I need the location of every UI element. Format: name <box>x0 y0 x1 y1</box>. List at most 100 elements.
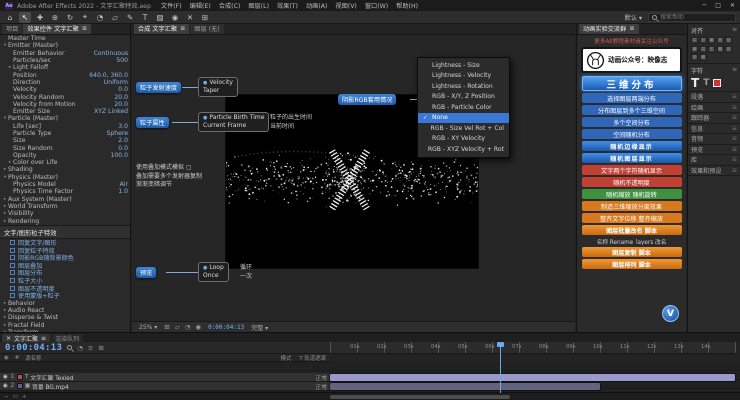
panel-menu-icon[interactable]: ≡ <box>732 66 737 75</box>
brush-tool-icon[interactable]: ▨ <box>154 12 166 23</box>
property-row[interactable]: ▾ Emitter (Master) <box>0 42 130 49</box>
align-icon[interactable]: ▩ <box>691 46 698 53</box>
menu-item[interactable]: 动画(A) <box>306 1 327 10</box>
graph-editor-icon[interactable]: ≡ <box>88 344 93 352</box>
tutorial-tag[interactable]: 空间随机分布 <box>582 129 682 139</box>
zoom-out-icon[interactable]: − <box>4 394 9 400</box>
panel-menu-icon[interactable]: ≡ <box>629 25 634 32</box>
zoom-in-icon[interactable]: + <box>22 394 27 400</box>
property-row[interactable]: Size 2.0 <box>0 137 130 144</box>
property-row[interactable]: ▸ Rendering <box>0 217 130 224</box>
property-row[interactable]: Particles/sec 500 <box>0 57 130 64</box>
tab-render-queue[interactable]: 渲染队列 <box>51 334 83 342</box>
tab-timeline-composition[interactable]: × 文字汇聚 ≡ <box>2 334 50 342</box>
eraser-tool-icon[interactable]: ✕ <box>184 12 196 23</box>
workspace-selector[interactable]: 默认 ▾ <box>625 13 642 22</box>
close-icon[interactable]: × <box>6 335 11 342</box>
tab-composition[interactable]: 合成 文字汇聚 ≡ <box>134 23 189 34</box>
tutorial-tag[interactable]: 随机不透明度 <box>582 177 682 187</box>
property-value[interactable]: Sphere <box>104 130 128 137</box>
align-icon[interactable]: ▨ <box>725 37 732 44</box>
dropdown-option[interactable]: RGB - Particle Color <box>418 102 509 113</box>
panel-menu-icon[interactable]: ≡ <box>732 104 737 111</box>
tutorial-tag[interactable]: 选择图层两端分布 <box>582 93 682 103</box>
dropdown-option[interactable]: RGB - XY Velocity <box>418 134 509 145</box>
minimize-button[interactable]: ─ <box>703 2 707 9</box>
layer-color-chip[interactable] <box>17 383 23 389</box>
current-time-indicator[interactable] <box>500 342 501 393</box>
property-row[interactable]: Position 640.0, 360.0 <box>0 71 130 78</box>
property-row[interactable]: ▾ Physics (Master) <box>0 174 130 181</box>
channels-icon[interactable]: ◉ <box>195 323 201 331</box>
dock-panel-tab[interactable]: 跟踪器 ≡ <box>688 113 740 124</box>
tab-tutorial[interactable]: 动画实验交流群 ≡ <box>579 23 639 34</box>
tutorial-tag[interactable]: 图层复制 脚本 <box>582 247 682 257</box>
motion-blur-icon[interactable]: ◔ <box>77 344 83 352</box>
panel-menu-icon[interactable]: ≡ <box>732 135 737 142</box>
dock-panel-tab[interactable]: 效果和预设 ≡ <box>688 166 740 177</box>
grid-guides-icon[interactable]: ⊞ <box>164 323 169 331</box>
panel-menu-icon[interactable]: ≡ <box>41 335 46 342</box>
panel-menu-icon[interactable]: ≡ <box>732 156 737 163</box>
orbit-camera-tool-icon[interactable]: ↻ <box>64 12 76 23</box>
tutorial-tag[interactable]: 随机图层显示 <box>582 153 682 163</box>
rotation-tool-icon[interactable]: ◔ <box>94 12 106 23</box>
checkbox-icon[interactable] <box>10 255 15 260</box>
checkbox-icon[interactable] <box>10 263 15 268</box>
layer-name[interactable]: 文字汇聚 Texied <box>30 373 73 382</box>
property-row[interactable]: Physics Time Factor 1.0 <box>0 188 130 195</box>
tutorial-tag[interactable]: 整齐文字位移 整齐缩放 <box>582 213 682 223</box>
property-row[interactable]: Master Time <box>0 35 130 42</box>
property-value[interactable]: 640.0, 360.0 <box>86 72 128 79</box>
align-icon[interactable]: ▧ <box>725 46 732 53</box>
property-value[interactable]: 1.0 <box>115 188 128 195</box>
visibility-eye-icon[interactable]: ◉ <box>3 374 8 380</box>
property-row[interactable]: Life [sec] 3.0 <box>0 123 130 130</box>
viewer-timecode[interactable]: 0:00:04:13 <box>208 324 244 331</box>
property-row[interactable]: Direction Uniform <box>0 79 130 86</box>
dock-panel-tab[interactable]: 库 ≡ <box>688 155 740 166</box>
close-button[interactable]: ✕ <box>730 2 735 9</box>
property-row[interactable]: ▸ Light Falloff <box>0 64 130 71</box>
property-row[interactable]: Particle Type Sphere <box>0 130 130 137</box>
snapshot-icon[interactable]: ◔ <box>185 323 191 331</box>
align-icon[interactable]: ▦ <box>708 37 715 44</box>
zoom-tool-icon[interactable]: ⊕ <box>49 12 61 23</box>
zoom-slider[interactable]: ▭ <box>13 394 18 400</box>
property-row[interactable]: Size Random 0.0 <box>0 144 130 151</box>
property-row[interactable]: Velocity from Motion 20.0 <box>0 101 130 108</box>
zoom-selector[interactable]: 25% ▾ <box>139 324 157 331</box>
property-row[interactable]: ▸ Disperse & Twist <box>0 314 130 321</box>
align-icon[interactable]: ▥ <box>700 37 707 44</box>
align-icon[interactable]: ▦ <box>717 46 724 53</box>
align-icon[interactable]: ▤ <box>700 46 707 53</box>
selection-tool-icon[interactable]: ↖ <box>19 12 31 23</box>
current-timecode[interactable]: 0:00:04:13 <box>5 343 62 353</box>
align-icon[interactable]: ▩ <box>700 54 707 61</box>
panel-menu-icon[interactable]: ≡ <box>732 125 737 132</box>
property-row[interactable]: Emitter Behavior Continuous <box>0 50 130 57</box>
property-row[interactable]: ▾ Particle (Master) <box>0 115 130 122</box>
menu-item[interactable]: 编辑(E) <box>190 1 211 10</box>
search-icon[interactable] <box>67 345 72 350</box>
property-value[interactable]: 2.0 <box>115 137 128 144</box>
menu-item[interactable]: 图层(L) <box>248 1 269 10</box>
property-row[interactable]: ▸ Behavior <box>0 299 130 306</box>
checkbox-icon[interactable] <box>10 293 15 298</box>
property-row[interactable]: ▸ Audio React <box>0 307 130 314</box>
tutorial-tag[interactable]: 图层批量改名 脚本 <box>582 225 682 235</box>
property-row[interactable]: ▸ Color over Life <box>0 159 130 166</box>
property-row[interactable]: ▸ Visibility <box>0 210 130 217</box>
property-value[interactable]: 20.0 <box>111 94 128 101</box>
dock-panel-tab[interactable]: 信息 ≡ <box>688 124 740 135</box>
layer-duration-bar[interactable] <box>330 383 600 390</box>
mask-visibility-icon[interactable]: ▱ <box>175 323 180 331</box>
fill-color-swatch[interactable] <box>713 79 721 87</box>
timeline-layer-row[interactable]: ◉ 2 ▦ 背景 BG.mp4 正常 <box>0 382 330 391</box>
menu-item[interactable]: 合成(C) <box>219 1 241 10</box>
checkbox-icon[interactable] <box>10 270 15 275</box>
property-value[interactable]: 100.0 <box>108 152 128 159</box>
tab-project[interactable]: 项目 <box>2 24 22 34</box>
dock-panel-tab[interactable]: 段落 ≡ <box>688 92 740 103</box>
align-icon[interactable]: ▥ <box>708 46 715 53</box>
